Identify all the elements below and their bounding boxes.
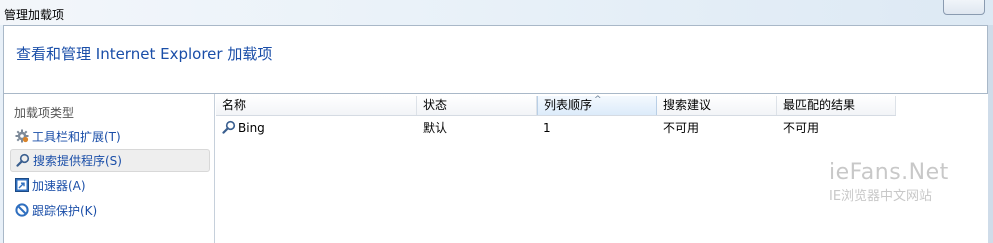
- watermark: ieFans.Net IE浏览器中文网站: [829, 160, 949, 204]
- gear-icon: [15, 129, 29, 143]
- column-header-label: 列表顺序: [544, 98, 593, 112]
- sidebar-item-label: 工具栏和扩展(T): [32, 130, 121, 144]
- sidebar-item-toolbars-extensions[interactable]: 工具栏和扩展(T): [10, 126, 210, 149]
- addon-types-sidebar: 加载项类型 工具栏和扩展(T) 搜索提供程序(S) 加速器(A) 跟踪保护(K): [4, 94, 215, 243]
- search-icon: [16, 153, 30, 167]
- column-header-list-order[interactable]: 列表顺序 ^: [537, 95, 657, 115]
- accelerator-icon: [15, 178, 29, 192]
- sidebar-item-tracking-protection[interactable]: 跟踪保护(K): [10, 200, 210, 223]
- search-icon: [222, 120, 236, 134]
- cell-name: Bing: [216, 118, 265, 138]
- tracking-protection-icon: [15, 203, 29, 217]
- table-row[interactable]: Bing 默认 1 不可用 不可用: [216, 118, 896, 138]
- header-title: 查看和管理 Internet Explorer 加载项: [16, 45, 273, 63]
- watermark-title: ieFans.Net: [829, 160, 949, 185]
- sidebar-item-label: 跟踪保护(K): [32, 204, 98, 218]
- title-bar: 管理加载项: [0, 0, 993, 25]
- sidebar-item-label: 搜索提供程序(S): [33, 154, 122, 168]
- cell-status: 默认: [423, 121, 448, 135]
- column-header-status[interactable]: 状态: [417, 96, 537, 115]
- sidebar-item-accelerators[interactable]: 加速器(A): [10, 175, 210, 198]
- addon-types-label: 加载项类型: [14, 106, 75, 120]
- header-panel: 查看和管理 Internet Explorer 加载项: [3, 25, 988, 94]
- column-header-name[interactable]: 名称: [216, 96, 417, 115]
- close-button[interactable]: [943, 0, 985, 15]
- column-header-top-result[interactable]: 最匹配的结果: [777, 96, 896, 115]
- cell-top-result: 不可用: [783, 121, 820, 135]
- list-header: 名称 状态 列表顺序 ^ 搜索建议 最匹配的结果: [216, 95, 896, 116]
- column-header-search-suggestions[interactable]: 搜索建议: [657, 96, 777, 115]
- cell-list-order: 1: [543, 121, 551, 135]
- manage-addons-window: 管理加载项 查看和管理 Internet Explorer 加载项 加载项类型: [0, 0, 993, 243]
- sort-ascending-icon: ^: [594, 95, 602, 105]
- sidebar-item-search-providers[interactable]: 搜索提供程序(S): [10, 149, 210, 172]
- watermark-subtitle: IE浏览器中文网站: [829, 189, 933, 204]
- cell-search-suggestions: 不可用: [663, 121, 700, 135]
- window-title: 管理加载项: [4, 8, 65, 22]
- cell-name-text: Bing: [238, 121, 265, 135]
- sidebar-item-label: 加速器(A): [32, 179, 86, 193]
